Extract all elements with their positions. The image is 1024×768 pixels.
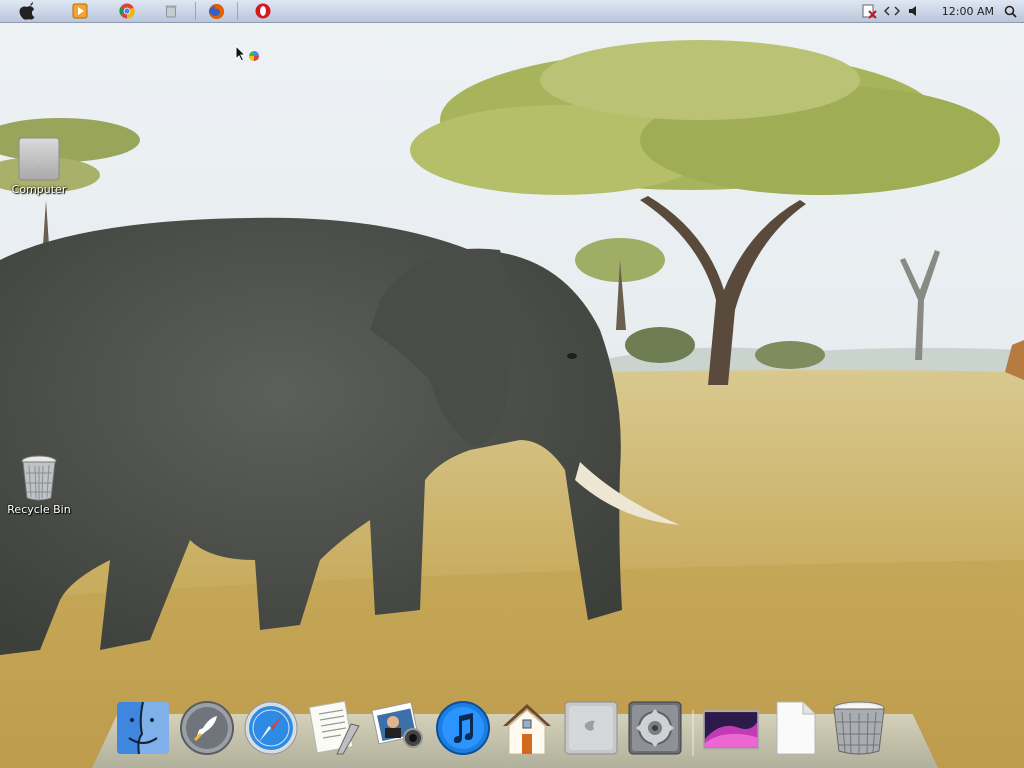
code-icon[interactable] (883, 3, 900, 19)
mouse-cursor-icon (235, 44, 263, 69)
computer-icon (18, 137, 60, 181)
home-icon[interactable] (498, 694, 556, 756)
launchpad-icon[interactable] (178, 694, 236, 756)
system-preferences-icon[interactable] (626, 694, 684, 756)
finder-icon[interactable] (114, 694, 172, 756)
desktop-picture-icon[interactable] (702, 694, 760, 756)
opera-icon[interactable] (238, 0, 288, 23)
photo-booth-icon[interactable] (370, 694, 428, 756)
safari-icon[interactable] (242, 694, 300, 756)
itunes-icon[interactable] (434, 694, 492, 756)
trash-icon[interactable] (830, 694, 888, 756)
document-icon[interactable] (766, 694, 824, 756)
desktop-wallpaper (0, 0, 1024, 768)
recycle-bin-icon (20, 455, 58, 501)
dock-divider (692, 710, 694, 756)
desktop-icon-label: Recycle Bin (7, 503, 71, 516)
chrome-icon[interactable] (106, 0, 148, 23)
trash-small-icon[interactable] (148, 0, 194, 23)
mac-pro-icon[interactable] (562, 694, 620, 756)
volume-icon[interactable] (906, 3, 922, 19)
desktop-icon-recycle-bin[interactable]: Recycle Bin (1, 455, 77, 516)
clock[interactable]: 12:00 AM (942, 5, 994, 18)
textedit-icon[interactable] (306, 694, 364, 756)
top-menu-bar: 12:00 AM (0, 0, 1024, 23)
media-player-icon[interactable] (54, 0, 106, 23)
firefox-icon[interactable] (196, 0, 236, 23)
desktop-icon-label: Computer (11, 183, 67, 196)
search-icon[interactable] (1002, 3, 1018, 19)
network-disconnected-icon[interactable] (862, 3, 878, 19)
apple-icon[interactable] (0, 0, 54, 23)
dock (114, 692, 888, 756)
desktop-icon-computer[interactable]: Computer (1, 137, 77, 196)
